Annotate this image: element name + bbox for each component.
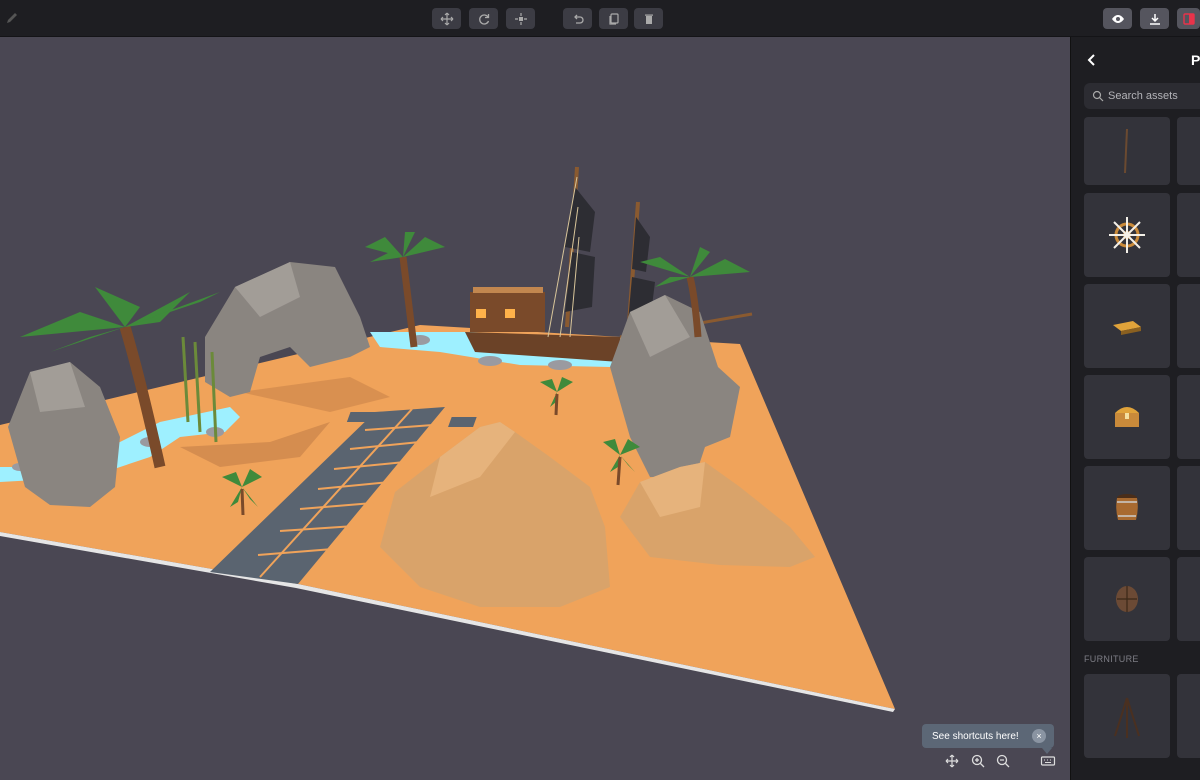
top-toolbar: [0, 0, 1200, 37]
scene-render: [0, 166, 895, 712]
asset-tile-wooden-shield[interactable]: [1084, 557, 1170, 641]
tooltip-text: See shortcuts here!: [932, 730, 1019, 742]
back-chevron-icon[interactable]: [1085, 53, 1099, 67]
zoom-in-button[interactable]: [970, 753, 986, 769]
asset-tile-partial[interactable]: [1177, 674, 1200, 758]
ship-wheel-icon: [1109, 217, 1145, 253]
asset-tile-partial[interactable]: [1177, 117, 1200, 185]
asset-tile-partial[interactable]: [1177, 193, 1200, 277]
scale-icon: [514, 12, 527, 25]
duplicate-button[interactable]: [599, 8, 628, 29]
zoom-in-icon: [971, 754, 985, 768]
panel-toggle-icon: [1182, 12, 1195, 25]
panel-title: P: [1191, 52, 1200, 68]
preview-button[interactable]: [1103, 8, 1132, 29]
scene-viewport[interactable]: [0, 37, 1070, 780]
asset-panel: P Search assets FURNITURE: [1070, 37, 1200, 780]
wooden-shield-icon: [1116, 586, 1138, 612]
asset-tile-gold-bars[interactable]: [1084, 284, 1170, 368]
asset-search[interactable]: [1084, 83, 1200, 109]
search-input[interactable]: [1108, 90, 1200, 102]
asset-tile-ship-wheel[interactable]: [1084, 193, 1170, 277]
move-icon: [440, 12, 453, 25]
barrel-icon: [1116, 494, 1138, 520]
zoom-out-button[interactable]: [995, 753, 1011, 769]
asset-tile-partial[interactable]: [1177, 375, 1200, 459]
delete-button[interactable]: [634, 8, 663, 29]
asset-tile-pole[interactable]: [1084, 117, 1170, 185]
scale-button[interactable]: [506, 8, 535, 29]
section-label-furniture: FURNITURE: [1084, 654, 1139, 664]
tripod-icon: [1114, 697, 1140, 738]
search-icon: [1092, 90, 1104, 102]
panel-toggle-button[interactable]: [1177, 8, 1200, 29]
asset-tile-treasure-chest[interactable]: [1084, 375, 1170, 459]
undo-icon: [573, 14, 584, 24]
editor-app: See shortcuts here! × P Search assets FU…: [0, 0, 1200, 780]
pencil-icon[interactable]: [4, 10, 20, 26]
duplicate-icon: [608, 12, 619, 25]
gold-bars-icon: [1113, 321, 1141, 335]
shortcuts-tooltip: See shortcuts here! ×: [922, 724, 1054, 748]
download-button[interactable]: [1140, 8, 1169, 29]
asset-tile-partial[interactable]: [1177, 284, 1200, 368]
pole-icon: [1124, 128, 1128, 174]
delete-icon: [644, 14, 653, 24]
eye-icon: [1111, 14, 1124, 23]
asset-tile-barrel[interactable]: [1084, 466, 1170, 550]
zoom-out-icon: [996, 754, 1010, 768]
pan-icon: [945, 754, 959, 768]
rotate-button[interactable]: [469, 8, 498, 29]
move-button[interactable]: [432, 8, 461, 29]
tooltip-close-button[interactable]: ×: [1032, 729, 1046, 743]
asset-tile-partial[interactable]: [1177, 557, 1200, 641]
undo-button[interactable]: [563, 8, 592, 29]
pan-button[interactable]: [944, 753, 960, 769]
download-icon: [1149, 13, 1160, 25]
keyboard-shortcuts-button[interactable]: [1040, 753, 1056, 769]
treasure-chest-icon: [1115, 407, 1139, 427]
keyboard-icon: [1040, 756, 1056, 766]
asset-tile-partial[interactable]: [1177, 466, 1200, 550]
asset-tile-tripod[interactable]: [1084, 674, 1170, 758]
rotate-icon: [478, 13, 489, 25]
